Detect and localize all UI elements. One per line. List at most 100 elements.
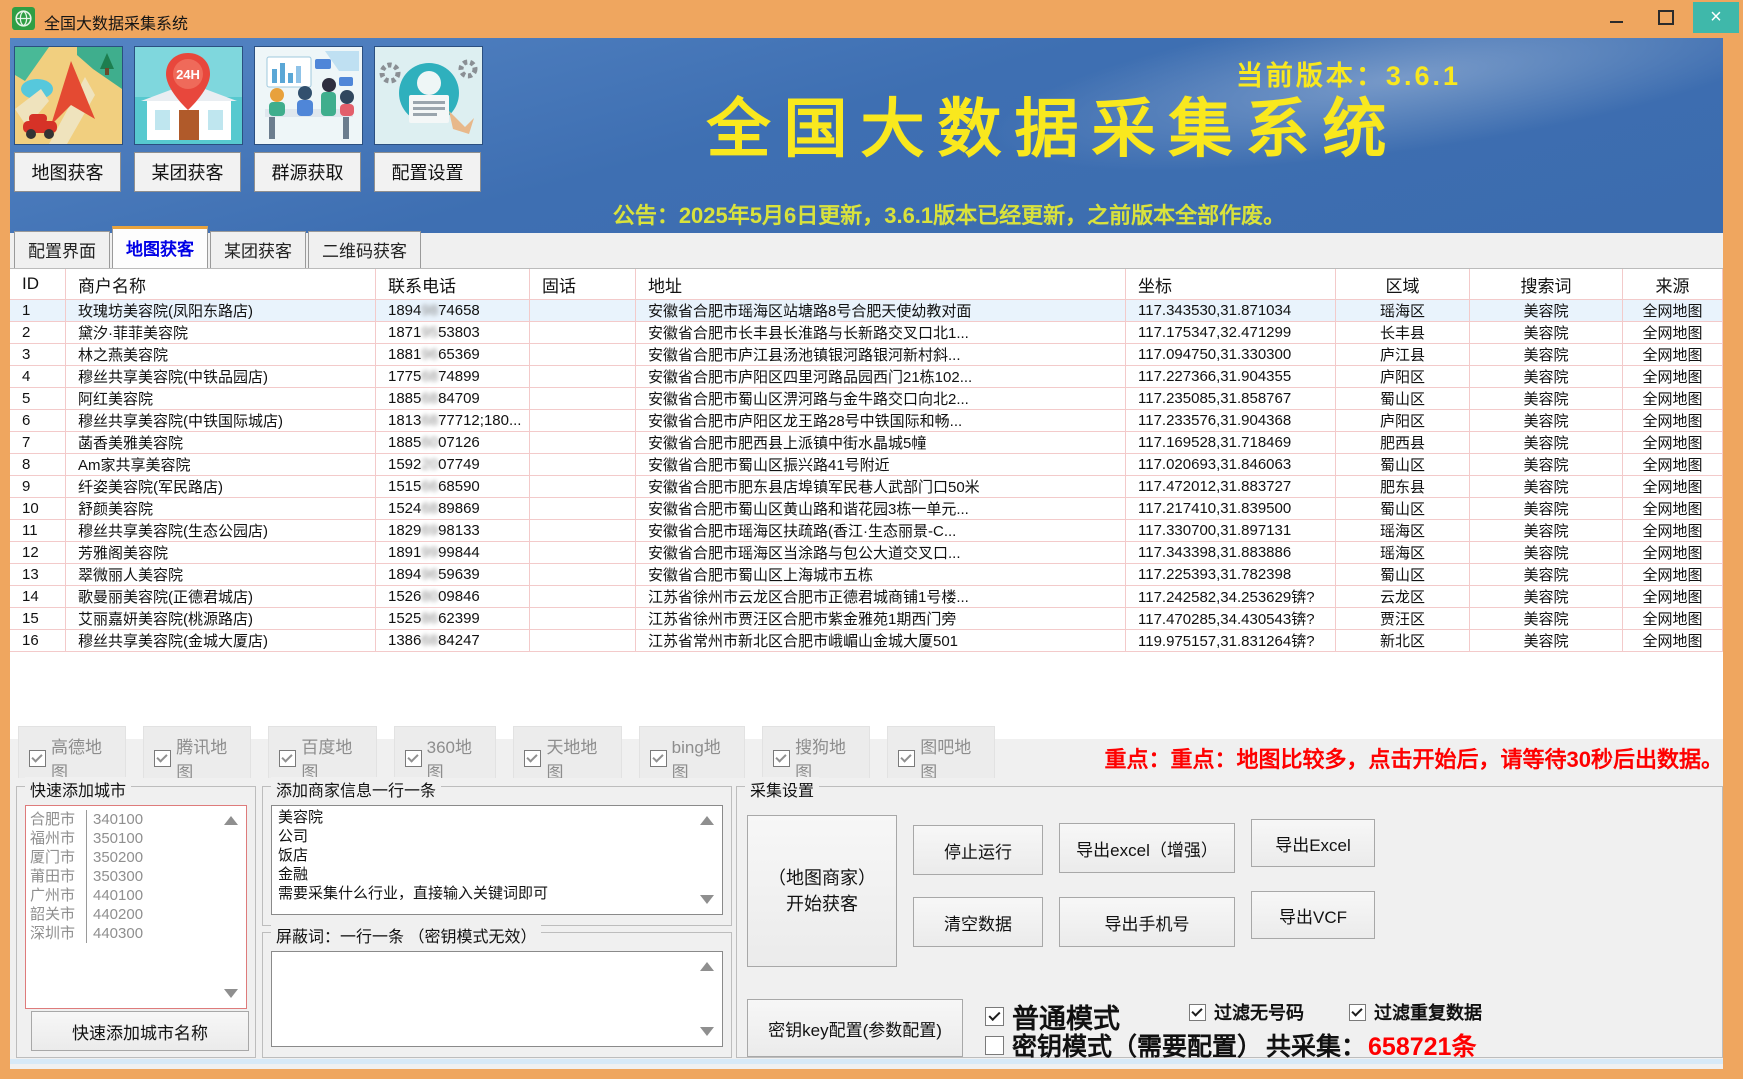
cell-keyword: 美容院 — [1470, 520, 1623, 542]
scroll-down-icon[interactable] — [224, 989, 238, 998]
cell-phone: 18296998133 — [376, 520, 530, 542]
cell-address: 江苏省徐州市贾汪区合肥市紫金雅苑1期西门旁 — [636, 608, 1126, 630]
table-row-12[interactable]: 12芳雅阁美容院18919999844安徽省合肥市瑶海区当涂路与包公大道交叉口.… — [10, 542, 1723, 564]
table-row-15[interactable]: 15艾丽嘉妍美容院(桃源路店)15258662399江苏省徐州市贾汪区合肥市紫金… — [10, 608, 1723, 630]
city-item-深圳市[interactable]: 深圳市440300 — [30, 924, 246, 943]
key-mode-checkbox[interactable] — [985, 1036, 1004, 1055]
quick-add-city-button[interactable]: 快速添加城市名称 — [31, 1011, 249, 1051]
table-row-9[interactable]: 9纤姿美容院(军民路店)15156668590安徽省合肥市肥东县店埠镇军民巷人武… — [10, 476, 1723, 498]
city-code: 440100 — [86, 886, 246, 905]
phone-suffix: 84247 — [438, 632, 480, 649]
table-row-13[interactable]: 13翠微丽人美容院18949659639安徽省合肥市蜀山区上海城市五栋117.2… — [10, 564, 1723, 586]
city-code: 350200 — [86, 848, 246, 867]
tab-某团获客[interactable]: 某团获客 — [210, 231, 306, 268]
minimize-button[interactable] — [1593, 2, 1639, 33]
scroll-up-icon[interactable] — [224, 816, 238, 825]
table-row-1[interactable]: 1玫瑰坊美容院(凤阳东路店)18949874658安徽省合肥市瑶海区站塘路8号合… — [10, 300, 1723, 322]
city-name: 广州市 — [30, 886, 86, 905]
export-excel-button[interactable]: 导出Excel — [1251, 819, 1375, 867]
cell-coord: 117.472012,31.883727 — [1126, 476, 1336, 498]
phone-suffix: 59639 — [438, 566, 480, 583]
key-config-button[interactable]: 密钥key配置(参数配置) — [747, 999, 963, 1057]
column-header-搜索词: 搜索词 — [1470, 269, 1623, 300]
filter-duplicates-checkbox[interactable] — [1349, 1004, 1366, 1021]
tab-地图获客[interactable]: 地图获客 — [112, 226, 208, 268]
cell-region: 长丰县 — [1336, 322, 1470, 344]
clear-data-button[interactable]: 清空数据 — [913, 897, 1043, 947]
cell-id: 9 — [10, 476, 66, 498]
column-header-商户名称: 商户名称 — [66, 269, 376, 300]
city-item-广州市[interactable]: 广州市440100 — [30, 886, 246, 905]
cell-keyword: 美容院 — [1470, 586, 1623, 608]
map-source-label: 高德地图 — [51, 733, 115, 783]
phone-masked-digits: 20 — [421, 456, 438, 473]
table-row-16[interactable]: 16穆丝共享美容院(金城大厦店)13866884247江苏省常州市新北区合肥市峨… — [10, 630, 1723, 652]
table-row-11[interactable]: 11穆丝共享美容院(生态公园店)18296998133安徽省合肥市瑶海区扶疏路(… — [10, 520, 1723, 542]
cell-coord: 117.235085,31.858767 — [1126, 388, 1336, 410]
cell-region: 庐江县 — [1336, 344, 1470, 366]
table-row-14[interactable]: 14歌曼丽美容院(正德君城店)15268009846江苏省徐州市云龙区合肥市正德… — [10, 586, 1723, 608]
table-row-4[interactable]: 4穆丝共享美容院(中铁品园店)17756874899安徽省合肥市庐阳区四里河路品… — [10, 366, 1723, 388]
scroll-down-icon[interactable] — [700, 895, 714, 904]
export-phone-button[interactable]: 导出手机号 — [1059, 897, 1235, 947]
cell-region: 蜀山区 — [1336, 388, 1470, 410]
table-row-2[interactable]: 2黛汐·菲菲美容院18719553803安徽省合肥市长丰县长淮路与长新路交叉口北… — [10, 322, 1723, 344]
export-vcf-button[interactable]: 导出VCF — [1251, 891, 1375, 939]
table-row-3[interactable]: 3林之燕美容院18819665369安徽省合肥市庐江县汤池镇银河路银河新村斜..… — [10, 344, 1723, 366]
shortcut-button-2[interactable]: 某团获客 — [134, 152, 241, 192]
block-words-textarea[interactable] — [271, 951, 723, 1047]
city-item-莆田市[interactable]: 莆田市350300 — [30, 867, 246, 886]
cell-name: 穆丝共享美容院(生态公园店) — [66, 520, 376, 542]
shortcut-button-4[interactable]: 配置设置 — [374, 152, 481, 192]
table-row-7[interactable]: 7菡香美雅美容院18856007126安徽省合肥市肥西县上派镇中街水晶城5幢11… — [10, 432, 1723, 454]
city-name: 莆田市 — [30, 867, 86, 886]
city-item-福州市[interactable]: 福州市350100 — [30, 829, 246, 848]
scroll-up-icon[interactable] — [700, 816, 714, 825]
cell-address: 安徽省合肥市肥西县上派镇中街水晶城5幢 — [636, 432, 1126, 454]
filter-no-number-checkbox[interactable] — [1189, 1004, 1206, 1021]
cell-source: 全网地图 — [1623, 630, 1723, 652]
merchant-keywords-textarea[interactable]: 美容院 公司 饭店 金融 需要采集什么行业，直接输入关键词即可 — [271, 805, 723, 915]
column-header-地址: 地址 — [636, 269, 1126, 300]
team-meeting-icon — [254, 46, 363, 145]
cell-id: 11 — [10, 520, 66, 542]
collect-settings-group: 采集设置 （地图商家） 开始获客 停止运行 导出excel（增强） 导出Exce… — [736, 786, 1723, 1058]
city-item-合肥市[interactable]: 合肥市340100 — [30, 810, 246, 829]
city-item-韶关市[interactable]: 韶关市440200 — [30, 905, 246, 924]
city-listbox[interactable]: 合肥市340100福州市350100厦门市350200莆田市350300广州市4… — [25, 805, 247, 1009]
column-header-ID: ID — [10, 269, 66, 300]
table-row-8[interactable]: 8Am家共享美容院15922007749安徽省合肥市蜀山区振兴路41号附近117… — [10, 454, 1723, 476]
cell-region: 蜀山区 — [1336, 498, 1470, 520]
tab-strip: 配置界面地图获客某团获客二维码获客 — [10, 233, 1723, 268]
cell-phone: 15246889869 — [376, 498, 530, 520]
cell-keyword: 美容院 — [1470, 608, 1623, 630]
checkbox-checked-icon — [405, 750, 422, 767]
city-name: 韶关市 — [30, 905, 86, 924]
shortcut-button-3[interactable]: 群源获取 — [254, 152, 361, 192]
scroll-up-icon[interactable] — [700, 962, 714, 971]
normal-mode-checkbox[interactable] — [985, 1007, 1004, 1026]
stop-button[interactable]: 停止运行 — [913, 825, 1043, 875]
phone-suffix: 74899 — [438, 368, 480, 385]
cell-phone: 13866884247 — [376, 630, 530, 652]
tab-配置界面[interactable]: 配置界面 — [14, 231, 110, 268]
close-button[interactable]: × — [1693, 2, 1739, 33]
tab-二维码获客[interactable]: 二维码获客 — [308, 231, 421, 268]
table-row-5[interactable]: 5阿红美容院18856884709安徽省合肥市蜀山区淠河路与金牛路交口向北2..… — [10, 388, 1723, 410]
cell-coord: 117.225393,31.782398 — [1126, 564, 1336, 586]
phone-masked-digits: 99 — [421, 544, 438, 561]
start-collect-button[interactable]: （地图商家） 开始获客 — [747, 815, 897, 967]
scroll-down-icon[interactable] — [700, 1027, 714, 1036]
cell-region: 庐阳区 — [1336, 410, 1470, 432]
table-row-6[interactable]: 6穆丝共享美容院(中铁国际城店)18136877712;180...安徽省合肥市… — [10, 410, 1723, 432]
table-row-10[interactable]: 10舒颜美容院15246889869安徽省合肥市蜀山区黄山路和谐花园3栋一单元.… — [10, 498, 1723, 520]
cell-keyword: 美容院 — [1470, 476, 1623, 498]
phone-suffix: 07749 — [438, 456, 480, 473]
cell-id: 10 — [10, 498, 66, 520]
phone-prefix: 1525 — [388, 610, 421, 627]
city-item-厦门市[interactable]: 厦门市350200 — [30, 848, 246, 867]
maximize-button[interactable] — [1643, 2, 1689, 33]
shortcut-button-1[interactable]: 地图获客 — [14, 152, 121, 192]
cell-id: 7 — [10, 432, 66, 454]
export-excel-enhanced-button[interactable]: 导出excel（增强） — [1059, 823, 1235, 873]
